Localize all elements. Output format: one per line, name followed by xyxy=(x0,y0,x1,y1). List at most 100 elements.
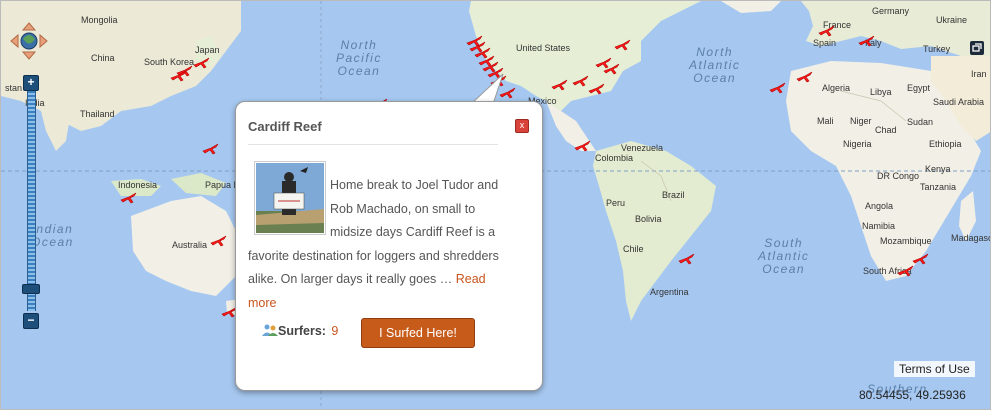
surf-spot-marker[interactable] xyxy=(551,78,569,92)
country-label: Argentina xyxy=(650,287,689,297)
ocean-line: Pacific xyxy=(336,51,382,65)
country-label: Spain xyxy=(813,38,837,48)
ocean-line: Ocean xyxy=(693,71,737,85)
surfboard-marker-icon xyxy=(588,83,605,95)
surfboard-marker-icon xyxy=(897,265,914,277)
ocean-label-south-atlantic: South Atlantic Ocean xyxy=(758,237,809,276)
surfboard-marker-icon xyxy=(818,25,835,37)
surf-spot-marker[interactable] xyxy=(193,56,211,70)
country-label: Iran xyxy=(971,69,987,79)
surfers-label: Surfers: xyxy=(278,324,326,338)
ocean-line: Indian xyxy=(31,222,74,236)
surfboard-marker-icon xyxy=(202,143,219,155)
country-label: Chile xyxy=(623,244,644,254)
country-label: Colombia xyxy=(595,153,634,163)
country-label: DR Congo xyxy=(877,171,920,181)
ocean-label-north-pacific: North Pacific Ocean xyxy=(336,39,382,78)
world-map[interactable]: North Pacific Ocean North Atlantic Ocean Ind… xyxy=(0,0,991,410)
country-label: Thailand xyxy=(80,109,115,119)
country-label: Ukraine xyxy=(936,15,968,25)
surf-spot-marker[interactable] xyxy=(603,62,621,76)
country-label: Bolivia xyxy=(635,214,662,224)
ocean-line: Ocean xyxy=(31,235,74,249)
country-label: Mongolia xyxy=(81,15,118,25)
zoom-slider-thumb[interactable] xyxy=(22,284,40,294)
country-label: Australia xyxy=(172,240,208,250)
surf-spot-marker[interactable] xyxy=(202,142,220,156)
pan-control[interactable] xyxy=(9,21,49,61)
country-label: Angola xyxy=(865,201,894,211)
zoom-slider-track[interactable] xyxy=(27,91,36,311)
surf-spot-marker[interactable] xyxy=(897,264,915,278)
country-label: Peru xyxy=(606,198,626,208)
country-label: Namibia xyxy=(862,221,896,231)
fullscreen-button[interactable] xyxy=(970,41,984,55)
surf-spot-marker[interactable] xyxy=(818,24,836,38)
surf-spot-marker[interactable] xyxy=(120,191,138,205)
surfboard-marker-icon xyxy=(170,70,187,82)
surfboard-marker-icon xyxy=(193,57,210,69)
popup-title: Cardiff Reef xyxy=(248,119,322,134)
popup-divider xyxy=(248,144,498,145)
coordinate-readout: 80.54455, 49.25936 xyxy=(859,388,966,402)
spot-info-popup: Cardiff Reef x Home break to Joel Tudor … xyxy=(235,101,543,391)
surf-spot-marker[interactable] xyxy=(796,70,814,84)
country-label: United States xyxy=(516,43,571,53)
surfboard-marker-icon xyxy=(120,192,137,204)
country-label: Madagascar xyxy=(951,233,990,243)
terms-of-use-link[interactable]: Terms of Use xyxy=(894,361,975,377)
country-label: Mozambique xyxy=(880,236,932,246)
pan-control-icon xyxy=(10,22,48,60)
ocean-label-indian: Indian Ocean xyxy=(31,223,74,249)
surfboard-marker-icon xyxy=(210,235,227,247)
fullscreen-icon xyxy=(972,43,982,52)
surfers-count: Surfers: 9 xyxy=(262,324,338,338)
surf-spot-marker[interactable] xyxy=(210,234,228,248)
country-label: Mali xyxy=(817,116,834,126)
country-label: Japan xyxy=(195,45,220,55)
zoom-out-button[interactable]: − xyxy=(23,313,39,329)
surfboard-marker-icon xyxy=(614,39,631,51)
surf-spot-marker[interactable] xyxy=(588,82,606,96)
country-label: Libya xyxy=(870,87,892,97)
country-label: Brazil xyxy=(662,190,685,200)
country-label: Egypt xyxy=(907,83,931,93)
country-label: Niger xyxy=(850,116,872,126)
ocean-line: North xyxy=(696,45,734,59)
close-button[interactable]: x xyxy=(515,119,529,133)
surfboard-marker-icon xyxy=(551,79,568,91)
surf-spot-marker[interactable] xyxy=(858,34,876,48)
surfboard-marker-icon xyxy=(858,35,875,47)
ocean-line: North xyxy=(340,38,378,52)
surf-spot-marker[interactable] xyxy=(574,139,592,153)
spot-photo-image xyxy=(256,163,324,233)
ocean-line: Atlantic xyxy=(689,58,741,72)
i-surfed-here-button[interactable]: I Surfed Here! xyxy=(361,318,475,348)
surf-spot-marker[interactable] xyxy=(614,38,632,52)
country-label: Chad xyxy=(875,125,897,135)
close-icon: x xyxy=(519,120,525,130)
country-label: Algeria xyxy=(822,83,851,93)
country-label: Sudan xyxy=(907,117,934,127)
ocean-line: Ocean xyxy=(762,262,806,276)
surfers-icon xyxy=(262,324,278,336)
country-label: Nigeria xyxy=(843,139,872,149)
country-label: Venezuela xyxy=(621,143,664,153)
country-label: Germany xyxy=(872,6,910,16)
ocean-line: Atlantic xyxy=(758,249,810,263)
zoom-in-button[interactable]: + xyxy=(23,75,39,91)
country-label: Turkey xyxy=(923,44,951,54)
surfboard-marker-icon xyxy=(796,71,813,83)
surfboard-marker-icon xyxy=(769,82,786,94)
surf-spot-marker[interactable] xyxy=(769,81,787,95)
surfboard-marker-icon xyxy=(574,140,591,152)
country-label: Tanzania xyxy=(920,182,957,192)
surf-spot-marker[interactable] xyxy=(678,252,696,266)
surfboard-marker-icon xyxy=(678,253,695,265)
surf-spot-marker[interactable] xyxy=(170,69,188,83)
ocean-line: South xyxy=(764,236,804,250)
country-label: Saudi Arabia xyxy=(933,97,985,107)
country-label: China xyxy=(91,53,115,63)
spot-photo[interactable] xyxy=(254,161,326,235)
surfboard-marker-icon xyxy=(603,63,620,75)
